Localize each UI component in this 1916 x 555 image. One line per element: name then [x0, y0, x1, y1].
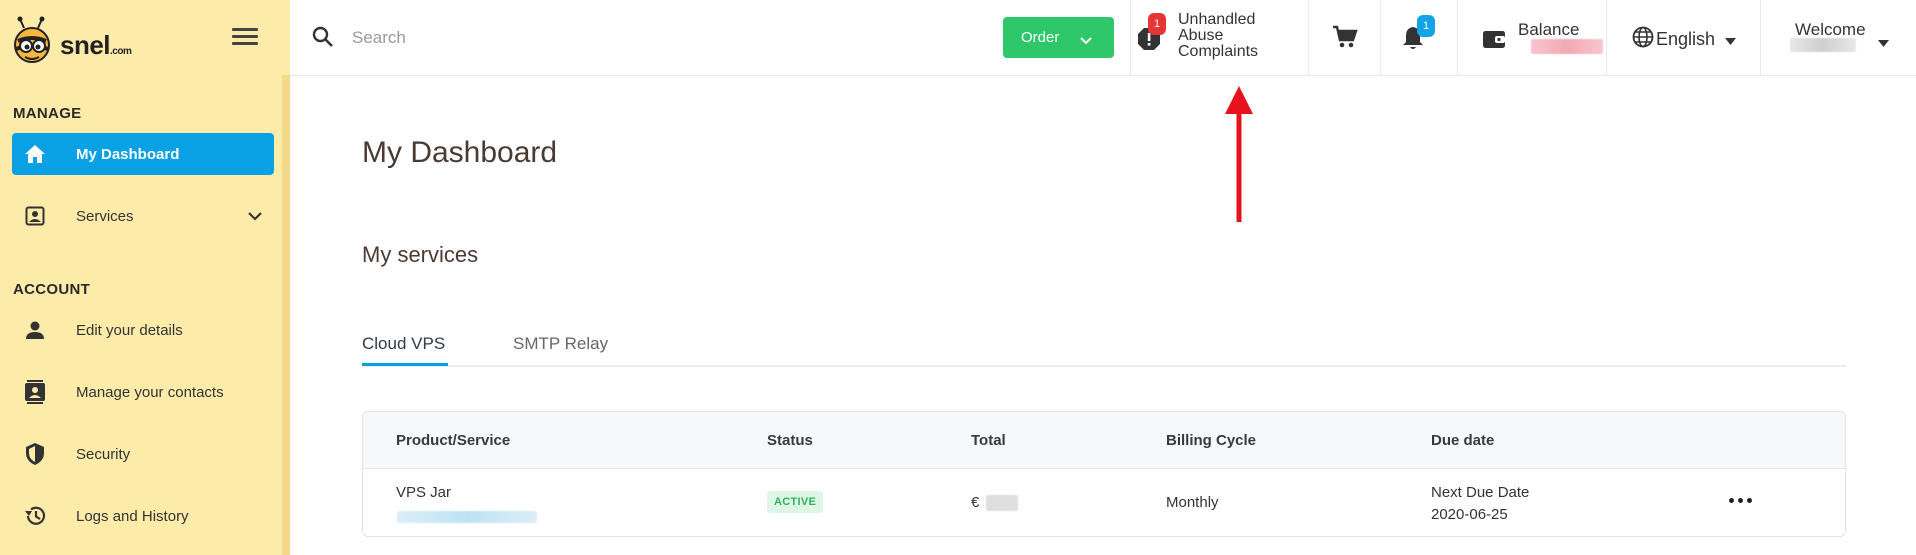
column-header: Product/Service	[396, 432, 511, 449]
chevron-down-icon[interactable]	[248, 208, 262, 225]
section-title-account: ACCOUNT	[13, 281, 91, 298]
caret-down-icon[interactable]	[1878, 34, 1889, 52]
abuse-label-line: Abuse	[1178, 27, 1224, 44]
divider	[1308, 0, 1309, 76]
order-button[interactable]: Order	[1003, 17, 1114, 58]
page-title: My Dashboard	[362, 136, 558, 169]
active-tab-indicator	[362, 363, 448, 366]
sidebar: snel.com MANAGE My Dashboard Services AC…	[0, 0, 290, 555]
services-table: Product/Service Status Total Billing Cyc…	[362, 411, 1846, 537]
order-button-label: Order	[1021, 29, 1060, 46]
logo-text: snel.com	[60, 29, 132, 61]
column-header: Total	[971, 432, 1006, 449]
brand-name: snel	[60, 29, 111, 60]
currency-symbol: €	[971, 494, 980, 511]
shield-icon	[22, 441, 48, 467]
column-header: Status	[767, 432, 813, 449]
abuse-label-line: Complaints	[1178, 43, 1259, 60]
more-options-icon[interactable]	[1729, 498, 1752, 503]
abuse-label: Unhandled Abuse Complaints	[1178, 12, 1258, 60]
history-icon	[22, 503, 48, 529]
total-amount-redacted	[986, 495, 1018, 511]
username-redacted	[1790, 38, 1856, 52]
billing-cycle: Monthly	[1166, 494, 1219, 511]
balance-button[interactable]: Balance	[1482, 20, 1603, 55]
sidebar-item-label: Security	[76, 445, 131, 463]
service-tabs: Cloud VPS SMTP Relay	[362, 330, 1846, 367]
notifications-count-badge: 1	[1417, 15, 1435, 37]
sidebar-item-label: Manage your contacts	[76, 383, 224, 401]
tab-smtp-relay[interactable]: SMTP Relay	[513, 334, 608, 354]
due-date: 2020-06-25	[1431, 506, 1508, 523]
wallet-icon	[1482, 28, 1506, 55]
cart-icon[interactable]	[1332, 25, 1358, 54]
sidebar-item-logs[interactable]: Logs and History	[12, 495, 274, 537]
contacts-icon	[22, 379, 48, 405]
sidebar-item-dashboard[interactable]: My Dashboard	[12, 133, 274, 175]
sidebar-item-services[interactable]: Services	[12, 195, 274, 237]
product-name[interactable]: VPS Jar	[396, 484, 451, 501]
search-input[interactable]	[352, 24, 752, 52]
sidebar-item-security[interactable]: Security	[12, 433, 274, 475]
chevron-down-icon	[1080, 32, 1092, 49]
brand-tld: .com	[110, 45, 132, 57]
abuse-complaints-button[interactable]: 1 Unhandled Abuse Complaints	[1130, 12, 1258, 60]
due-date-label: Next Due Date	[1431, 484, 1530, 501]
sidebar-item-edit-details[interactable]: Edit your details	[12, 309, 274, 351]
column-header: Billing Cycle	[1166, 432, 1257, 449]
section-title: My services	[362, 242, 479, 267]
home-icon	[22, 141, 48, 167]
search-icon[interactable]	[312, 26, 334, 53]
annotation-arrow	[1225, 86, 1253, 222]
column-header: Due date	[1431, 432, 1495, 449]
id-card-icon	[22, 203, 48, 229]
bee-logo-icon	[10, 15, 56, 65]
table-row[interactable]: VPS Jar ACTIVE € Monthly Next Due Date 2…	[363, 469, 1845, 536]
logo[interactable]: snel.com	[10, 15, 132, 65]
caret-down-icon	[1725, 29, 1737, 50]
globe-icon	[1632, 26, 1654, 53]
section-title-manage: MANAGE	[13, 105, 82, 122]
person-icon	[22, 317, 48, 343]
table-header: Product/Service Status Total Billing Cyc…	[363, 412, 1845, 469]
sidebar-item-label: Edit your details	[76, 321, 183, 339]
divider	[1457, 0, 1458, 76]
sidebar-scrollbar[interactable]	[282, 75, 290, 555]
language-label: English	[1656, 29, 1716, 49]
tab-cloud-vps[interactable]: Cloud VPS	[362, 334, 445, 354]
welcome-label[interactable]: Welcome	[1795, 20, 1866, 40]
menu-toggle-icon[interactable]	[232, 28, 258, 48]
product-domain-redacted	[397, 511, 537, 523]
alert-icon: 1	[1136, 13, 1166, 52]
abuse-count-badge: 1	[1148, 13, 1166, 35]
sidebar-item-contacts[interactable]: Manage your contacts	[12, 371, 274, 413]
sidebar-item-label: Logs and History	[76, 507, 189, 525]
divider	[1606, 0, 1607, 76]
divider	[1760, 0, 1761, 76]
language-selector[interactable]: English	[1632, 26, 1737, 53]
sidebar-item-label: Services	[76, 207, 134, 225]
tab-label: SMTP Relay	[513, 334, 609, 353]
balance-amount-redacted	[1531, 39, 1603, 54]
sidebar-item-label: My Dashboard	[76, 145, 180, 163]
topbar: Order 1 Unhandled Abuse Complaints 1 Bal…	[290, 0, 1916, 76]
tab-label: Cloud VPS	[362, 334, 446, 353]
status-badge: ACTIVE	[767, 491, 824, 513]
divider	[1380, 0, 1381, 76]
abuse-label-line: Unhandled	[1178, 11, 1256, 28]
